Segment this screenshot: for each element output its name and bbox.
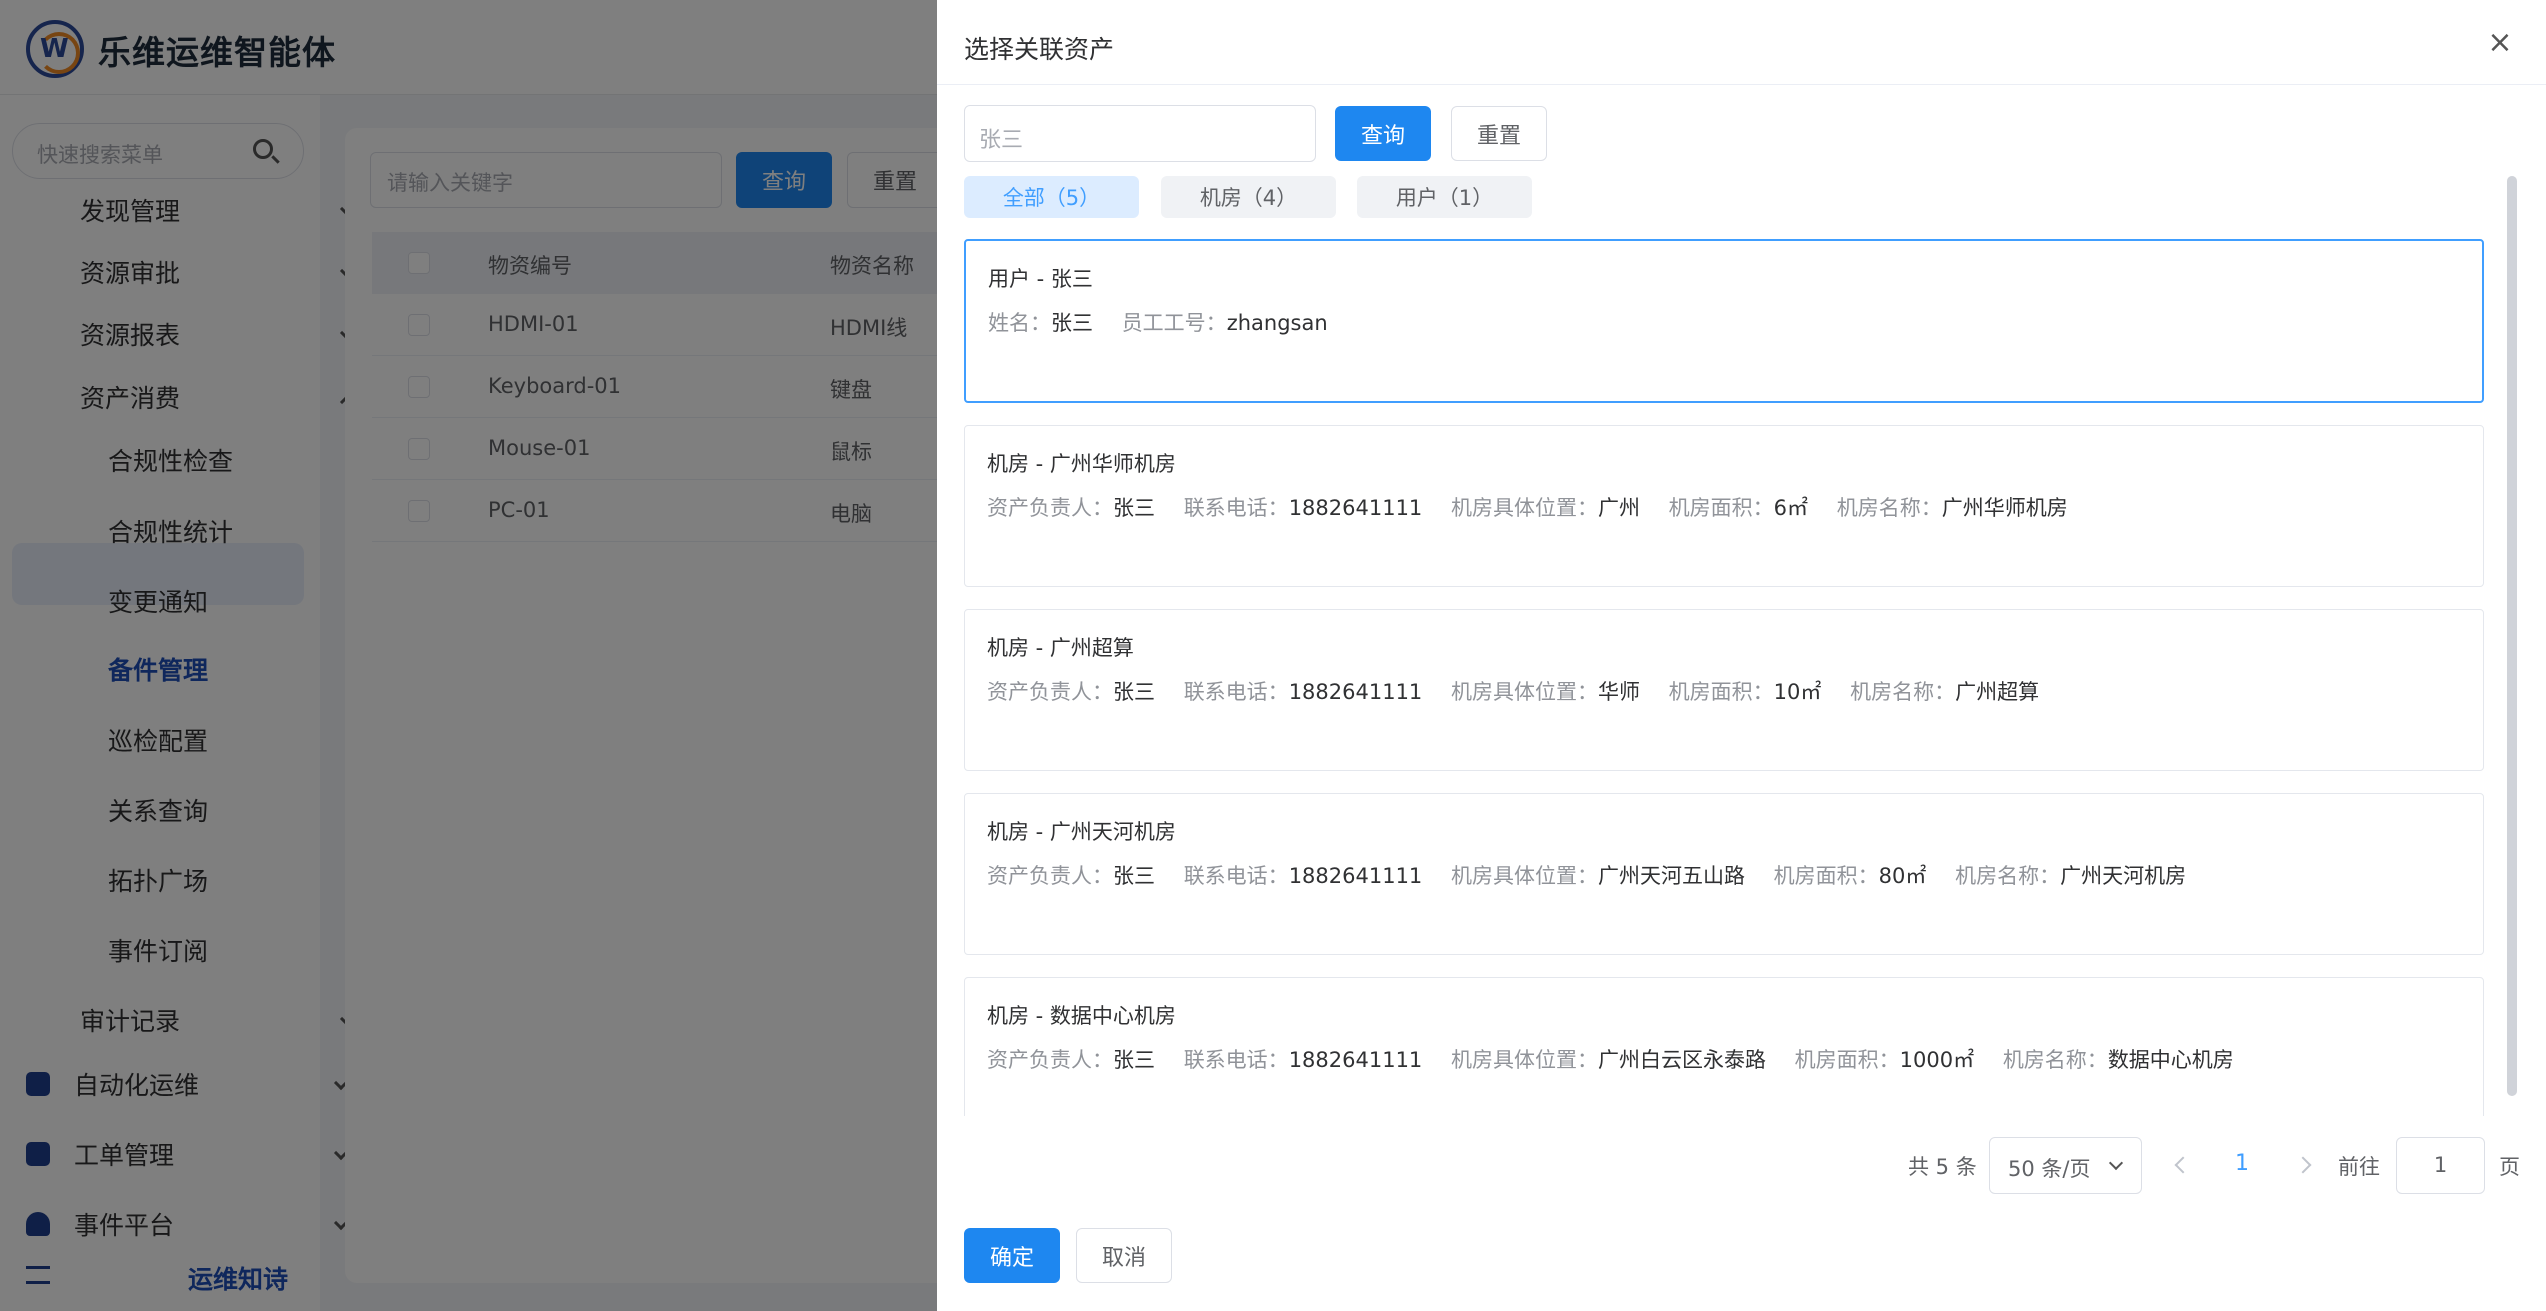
- select-asset-drawer: 选择关联资产 × 张三 查询 重置 全部（5） 机房（4） 用户（1） 用户 -…: [937, 0, 2546, 1311]
- field-value: 1000㎡: [1899, 1048, 1975, 1072]
- chevron-down-icon: [2108, 1155, 2124, 1171]
- field-label: 机房面积：: [1773, 864, 1879, 888]
- field-value: 80㎡: [1878, 864, 1927, 888]
- field-value: 6㎡: [1773, 496, 1809, 520]
- asset-card-fields: 姓名：张三 员工工号：zhangsan: [988, 307, 1350, 337]
- asset-card-user-zhangsan[interactable]: 用户 - 张三 姓名：张三 员工工号：zhangsan: [964, 239, 2484, 403]
- field-label: 联系电话：: [1183, 1048, 1289, 1072]
- tab-user[interactable]: 用户（1）: [1357, 176, 1532, 218]
- goto-page-input[interactable]: 1: [2396, 1137, 2485, 1194]
- field-value: 张三: [1113, 496, 1155, 520]
- field-label: 机房具体位置：: [1450, 1048, 1598, 1072]
- field-label: 员工工号：: [1121, 311, 1227, 335]
- field-label: 机房名称：: [1836, 496, 1942, 520]
- pagination-total: 共 5 条: [1908, 1155, 1977, 1179]
- field-value: 广州超算: [1955, 680, 2040, 704]
- field-label: 资产负责人：: [987, 680, 1113, 704]
- drawer-title: 选择关联资产: [964, 35, 1115, 64]
- goto-label: 前往: [2338, 1155, 2380, 1179]
- asset-card-room-supercomputing[interactable]: 机房 - 广州超算 资产负责人：张三 联系电话：1882641111 机房具体位…: [964, 609, 2484, 771]
- field-value: 张三: [1113, 680, 1155, 704]
- field-label: 机房名称：: [1955, 864, 2061, 888]
- field-value: 广州天河机房: [2060, 864, 2187, 888]
- page-size-value: 50 条/页: [2008, 1157, 2091, 1181]
- field-value: 1882641111: [1288, 680, 1423, 704]
- asset-card-room-huashi[interactable]: 机房 - 广州华师机房 资产负责人：张三 联系电话：1882641111 机房具…: [964, 425, 2484, 587]
- field-label: 机房具体位置：: [1450, 680, 1598, 704]
- field-value: 1882641111: [1288, 864, 1423, 888]
- field-label: 资产负责人：: [987, 864, 1113, 888]
- field-label: 联系电话：: [1183, 680, 1289, 704]
- query-button[interactable]: 查询: [1335, 106, 1431, 161]
- asset-search-input[interactable]: 张三: [964, 105, 1316, 162]
- field-label: 姓名：: [988, 311, 1051, 335]
- page-size-select[interactable]: 50 条/页: [1989, 1137, 2142, 1194]
- asset-card-fields: 资产负责人：张三 联系电话：1882641111 机房具体位置：华师 机房面积：…: [987, 676, 2061, 706]
- field-value: 广州: [1597, 496, 1640, 520]
- field-label: 机房具体位置：: [1450, 864, 1598, 888]
- asset-card-title: 用户 - 张三: [988, 267, 1093, 291]
- asset-card-title: 机房 - 广州华师机房: [987, 452, 1176, 476]
- asset-card-room-datacenter[interactable]: 机房 - 数据中心机房 资产负责人：张三 联系电话：1882641111 机房具…: [964, 977, 2484, 1116]
- field-value: zhangsan: [1226, 311, 1328, 335]
- asset-card-title: 机房 - 数据中心机房: [987, 1004, 1176, 1028]
- field-label: 机房名称：: [2002, 1048, 2108, 1072]
- tab-all[interactable]: 全部（5）: [964, 176, 1139, 218]
- field-value: 张三: [1113, 864, 1155, 888]
- field-value: 1882641111: [1288, 496, 1423, 520]
- drawer-header-divider: [937, 84, 2546, 85]
- field-value: 10㎡: [1773, 680, 1822, 704]
- field-label: 机房具体位置：: [1450, 496, 1598, 520]
- tab-machine-room[interactable]: 机房（4）: [1161, 176, 1336, 218]
- page-suffix: 页: [2499, 1155, 2520, 1179]
- asset-card-title: 机房 - 广州天河机房: [987, 820, 1176, 844]
- asset-list: 用户 - 张三 姓名：张三 员工工号：zhangsan 机房 - 广州华师机房 …: [964, 236, 2484, 1116]
- field-label: 机房面积：: [1794, 1048, 1900, 1072]
- asset-card-room-tianhe[interactable]: 机房 - 广州天河机房 资产负责人：张三 联系电话：1882641111 机房具…: [964, 793, 2484, 955]
- field-value: 华师: [1597, 680, 1640, 704]
- field-label: 资产负责人：: [987, 1048, 1113, 1072]
- field-value: 数据中心机房: [2107, 1048, 2234, 1072]
- field-label: 联系电话：: [1183, 864, 1289, 888]
- field-label: 机房面积：: [1668, 680, 1774, 704]
- next-page-icon[interactable]: [2294, 1156, 2312, 1174]
- asset-card-fields: 资产负责人：张三 联系电话：1882641111 机房具体位置：广州 机房面积：…: [987, 492, 2090, 522]
- scrollbar-thumb[interactable]: [2507, 176, 2517, 1096]
- close-icon[interactable]: ×: [2485, 28, 2515, 58]
- field-value: 广州白云区永泰路: [1597, 1048, 1766, 1072]
- confirm-button[interactable]: 确定: [964, 1228, 1060, 1283]
- field-value: 张三: [1051, 311, 1093, 335]
- asset-card-fields: 资产负责人：张三 联系电话：1882641111 机房具体位置：广州白云区永泰路…: [987, 1044, 2256, 1074]
- field-value: 1882641111: [1288, 1048, 1423, 1072]
- reset-button[interactable]: 重置: [1451, 106, 1547, 161]
- field-label: 机房名称：: [1850, 680, 1956, 704]
- field-value: 张三: [1113, 1048, 1155, 1072]
- asset-card-fields: 资产负责人：张三 联系电话：1882641111 机房具体位置：广州天河五山路 …: [987, 860, 2208, 890]
- field-label: 机房面积：: [1668, 496, 1774, 520]
- field-label: 联系电话：: [1183, 496, 1289, 520]
- list-scrollbar[interactable]: [2507, 176, 2517, 1096]
- prev-page-icon[interactable]: [2174, 1156, 2192, 1174]
- field-value: 广州华师机房: [1941, 496, 2068, 520]
- cancel-button[interactable]: 取消: [1076, 1228, 1172, 1283]
- asset-card-title: 机房 - 广州超算: [987, 636, 1134, 660]
- field-value: 广州天河五山路: [1597, 864, 1745, 888]
- current-page-number[interactable]: 1: [2235, 1151, 2249, 1176]
- field-label: 资产负责人：: [987, 496, 1113, 520]
